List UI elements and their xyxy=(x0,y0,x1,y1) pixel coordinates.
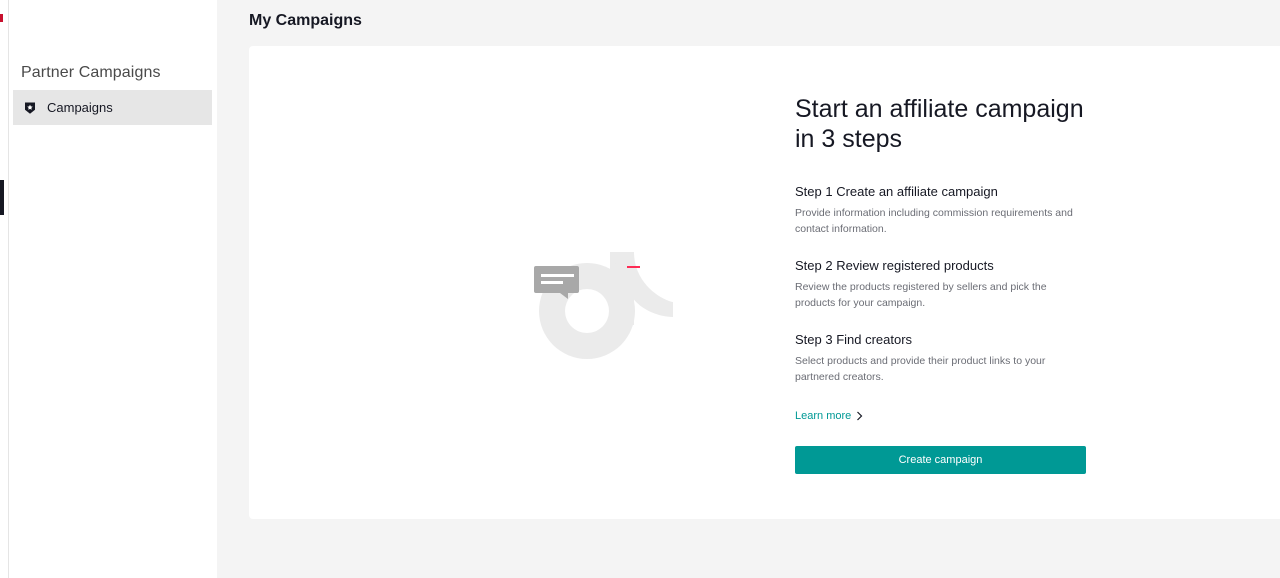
steps-list: Step 1 Create an affiliate campaign Prov… xyxy=(795,184,1087,385)
step-item: Step 3 Find creators Select products and… xyxy=(795,332,1087,385)
shield-star-icon xyxy=(23,101,37,115)
page-title: My Campaigns xyxy=(249,12,362,29)
headline: Start an affiliate campaign in 3 steps xyxy=(795,95,1084,153)
campaign-illustration xyxy=(519,204,679,368)
left-rail xyxy=(0,0,9,578)
sidebar-item-campaigns[interactable]: Campaigns xyxy=(13,90,212,125)
create-campaign-button[interactable]: Create campaign xyxy=(795,446,1086,474)
rail-scroll-handle[interactable] xyxy=(0,180,4,215)
rail-indicator-dot xyxy=(0,14,3,22)
step-description: Review the products registered by seller… xyxy=(795,281,1047,309)
step-description: Provide information including commission… xyxy=(795,207,1073,235)
learn-more-label: Learn more xyxy=(795,410,852,422)
empty-state-card: Start an affiliate campaign in 3 steps S… xyxy=(249,46,1280,519)
sidebar: Partner Campaigns Campaigns xyxy=(9,0,217,578)
step-item: Step 1 Create an affiliate campaign Prov… xyxy=(795,184,1087,237)
chevron-right-icon xyxy=(856,411,863,421)
step-title: Step 2 Review registered products xyxy=(795,258,994,273)
sidebar-item-label: Campaigns xyxy=(47,100,113,115)
step-title: Step 1 Create an affiliate campaign xyxy=(795,184,998,199)
learn-more-link[interactable]: Learn more xyxy=(795,410,863,422)
step-description: Select products and provide their produc… xyxy=(795,355,1046,383)
onboarding-content: Start an affiliate campaign in 3 steps S… xyxy=(795,94,1087,474)
sidebar-section-title: Partner Campaigns xyxy=(21,64,161,81)
step-title: Step 3 Find creators xyxy=(795,332,913,347)
step-item: Step 2 Review registered products Review… xyxy=(795,258,1087,311)
